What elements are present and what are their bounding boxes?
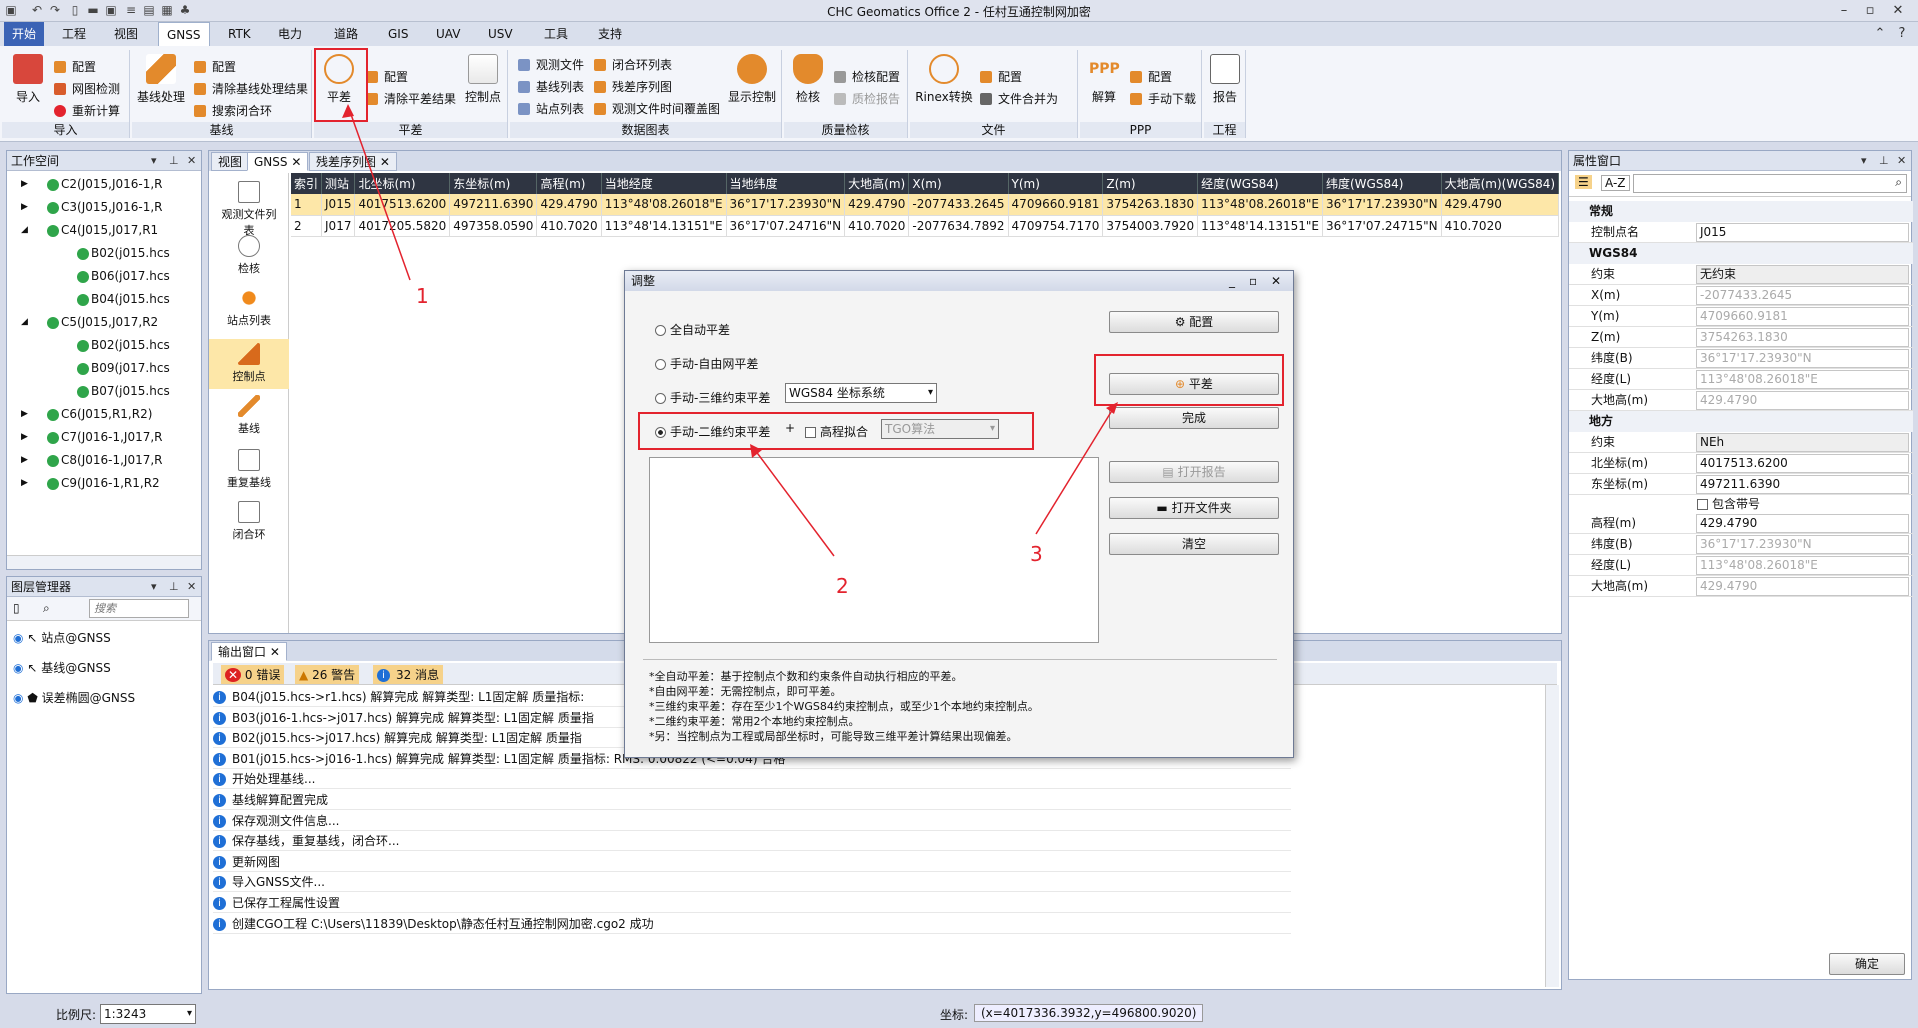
annotation-label-3: 3 — [1030, 542, 1043, 566]
annotation-label-2: 2 — [836, 574, 849, 598]
arrowhead-3 — [1106, 402, 1118, 414]
annotation-arrows — [342, 104, 1118, 557]
arrow-2 — [751, 445, 835, 557]
arrow-1 — [347, 105, 411, 281]
annotation-label-1: 1 — [416, 284, 429, 308]
arrowhead-1 — [342, 104, 354, 118]
arrow-3 — [1035, 403, 1117, 535]
